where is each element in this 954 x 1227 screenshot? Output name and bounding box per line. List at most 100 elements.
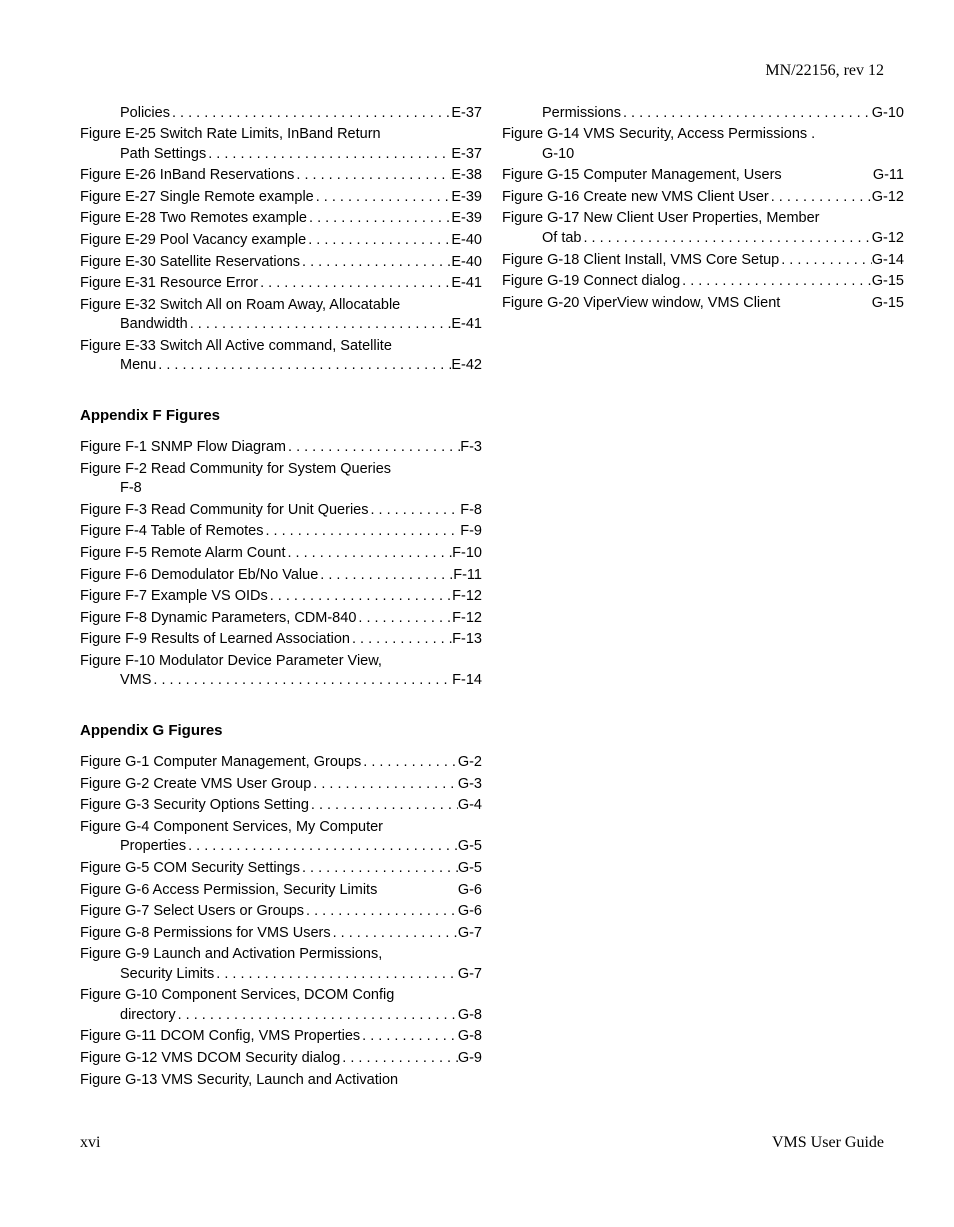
entry-first-line: Figure G-17 New Client User Properties, … <box>502 209 904 229</box>
toc-entry: Figure G-10 Component Services, DCOM Con… <box>80 986 482 1025</box>
entry-page: F-12 <box>452 609 482 629</box>
leader-dots <box>286 438 460 458</box>
leader-dots <box>340 1049 458 1069</box>
entry-label: Figure G-18 Client Install, VMS Core Set… <box>502 251 779 271</box>
entry-page: E-39 <box>451 188 482 208</box>
entry-label: Figure G-8 Permissions for VMS Users <box>80 924 331 944</box>
leader-dots <box>151 671 452 691</box>
leader-dots <box>206 145 451 165</box>
page-footer: xvi VMS User Guide <box>80 1132 884 1154</box>
entry-label: Figure F-9 Results of Learned Associatio… <box>80 630 350 650</box>
entry-page: G-6 <box>458 881 482 901</box>
toc-entry: Figure E-29 Pool Vacancy example E-40 <box>80 231 482 251</box>
entry-page: F-12 <box>452 587 482 607</box>
leader-dots <box>314 188 452 208</box>
entry-cont: Of tab <box>542 229 582 249</box>
section-title-appendix-g: Appendix G Figures <box>80 721 482 741</box>
content-columns: Policies E-37 Figure E-25 Switch Rate Li… <box>80 102 884 1093</box>
entry-label: Figure G-2 Create VMS User Group <box>80 775 311 795</box>
toc-entry: Figure G-20 ViperView window, VMS Client… <box>502 294 904 314</box>
toc-entry: Figure G-4 Component Services, My Comput… <box>80 818 482 857</box>
entry-label: Figure G-6 Access Permission, Security L… <box>80 881 377 901</box>
entry-first-line: Figure E-32 Switch All on Roam Away, All… <box>80 296 482 316</box>
entry-label: Figure G-5 COM Security Settings <box>80 859 300 879</box>
toc-entry: Figure E-28 Two Remotes example E-39 <box>80 209 482 229</box>
entry-label: Figure G-11 DCOM Config, VMS Properties <box>80 1027 360 1047</box>
entry-first-line: Figure G-9 Launch and Activation Permiss… <box>80 945 482 965</box>
entry-page: G-4 <box>458 796 482 816</box>
entry-page: G-14 <box>872 251 904 271</box>
leader-dots <box>331 924 458 944</box>
entry-first-line: Figure E-33 Switch All Active command, S… <box>80 337 482 357</box>
entry-label: Figure G-16 Create new VMS Client User <box>502 188 769 208</box>
entry-page: E-40 <box>451 253 482 273</box>
entry-page: E-38 <box>451 166 482 186</box>
entry-label: Figure G-19 Connect dialog <box>502 272 680 292</box>
entry-page: G-6 <box>458 902 482 922</box>
leader-dots <box>779 251 872 271</box>
right-column: Permissions G-10 Figure G-14 VMS Securit… <box>502 102 904 1093</box>
leader-dots <box>300 859 458 879</box>
leader-dots <box>258 274 451 294</box>
entry-page: F-8 <box>80 479 482 499</box>
entry-page: G-12 <box>872 229 904 249</box>
toc-entry: Figure F-8 Dynamic Parameters, CDM-840 F… <box>80 609 482 629</box>
toc-entry: Figure G-15 Computer Management, Users G… <box>502 166 904 186</box>
toc-entry: Figure F-6 Demodulator Eb/No Value F-11 <box>80 566 482 586</box>
toc-entry: Figure G-18 Client Install, VMS Core Set… <box>502 251 904 271</box>
entry-cont: directory <box>120 1006 176 1026</box>
entry-page: E-37 <box>451 145 482 165</box>
entry-page: G-7 <box>458 965 482 985</box>
entry-page: G-10 <box>872 104 904 124</box>
entry-page: G-7 <box>458 924 482 944</box>
entry-cont: Security Limits <box>120 965 214 985</box>
toc-entry: Figure F-4 Table of Remotes F-9 <box>80 522 482 542</box>
entry-page: F-11 <box>453 566 482 586</box>
entry-page: F-8 <box>460 501 482 521</box>
left-column: Policies E-37 Figure E-25 Switch Rate Li… <box>80 102 482 1093</box>
entry-page: E-41 <box>451 274 482 294</box>
toc-entry: Figure F-7 Example VS OIDs F-12 <box>80 587 482 607</box>
entry-page: G-9 <box>458 1049 482 1069</box>
entry-cont: Policies <box>120 104 170 124</box>
entry-page: F-13 <box>452 630 482 650</box>
toc-entry: Figure F-5 Remote Alarm Count F-10 <box>80 544 482 564</box>
toc-entry-continuation: Policies E-37 <box>80 104 482 124</box>
toc-entry: Figure E-25 Switch Rate Limits, InBand R… <box>80 125 482 164</box>
leader-dots <box>350 630 452 650</box>
entry-label: Figure F-7 Example VS OIDs <box>80 587 268 607</box>
toc-entry: Figure G-3 Security Options Setting G-4 <box>80 796 482 816</box>
entry-first-line: Figure G-4 Component Services, My Comput… <box>80 818 482 838</box>
toc-entry: Figure E-27 Single Remote example E-39 <box>80 188 482 208</box>
entry-first-line: Figure G-14 VMS Security, Access Permiss… <box>502 125 904 145</box>
leader-dots <box>268 587 452 607</box>
leader-dots <box>186 837 458 857</box>
entry-label: Figure G-3 Security Options Setting <box>80 796 309 816</box>
leader-dots <box>156 356 451 376</box>
toc-entry: Figure F-1 SNMP Flow Diagram F-3 <box>80 438 482 458</box>
leader-dots <box>361 753 458 773</box>
entry-page: G-8 <box>458 1027 482 1047</box>
toc-entry: Figure E-33 Switch All Active command, S… <box>80 337 482 376</box>
toc-entry: Figure G-11 DCOM Config, VMS Properties … <box>80 1027 482 1047</box>
leader-dots <box>263 522 460 542</box>
entry-first-line: Figure E-25 Switch Rate Limits, InBand R… <box>80 125 482 145</box>
footer-page-number: xvi <box>80 1132 100 1154</box>
leader-dots <box>311 775 458 795</box>
toc-entry: Figure G-8 Permissions for VMS Users G-7 <box>80 924 482 944</box>
entry-label: Figure F-4 Table of Remotes <box>80 522 263 542</box>
entry-label: Figure E-27 Single Remote example <box>80 188 314 208</box>
entry-page: G-2 <box>458 753 482 773</box>
leader-dots <box>356 609 452 629</box>
toc-entry: Figure E-31 Resource Error E-41 <box>80 274 482 294</box>
leader-dots <box>621 104 872 124</box>
entry-page: G-11 <box>873 166 904 186</box>
leader-dots <box>286 544 453 564</box>
entry-page: F-9 <box>460 522 482 542</box>
entry-label: Figure E-30 Satellite Reservations <box>80 253 300 273</box>
leader-dots <box>360 1027 458 1047</box>
entry-label: Figure G-15 Computer Management, Users <box>502 166 782 186</box>
entry-page: G-15 <box>872 294 904 314</box>
entry-cont: VMS <box>120 671 151 691</box>
leader-dots <box>307 209 451 229</box>
